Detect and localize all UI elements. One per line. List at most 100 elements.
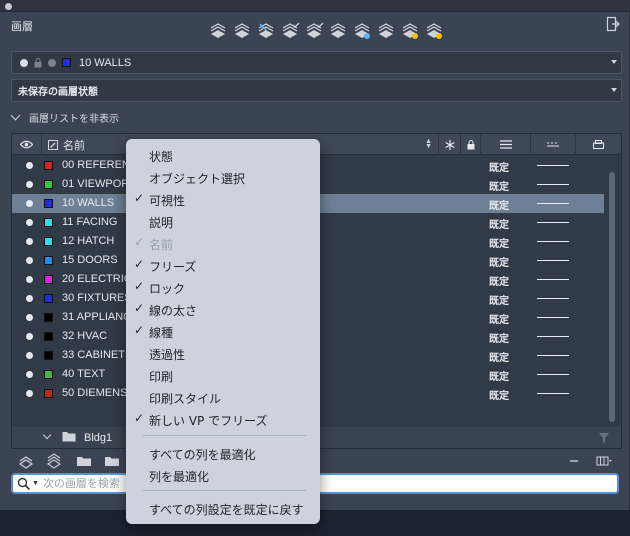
lineweight-line[interactable] xyxy=(537,165,569,166)
menu-item-optimize-column[interactable]: 列を最適化 xyxy=(126,465,320,485)
search-dropdown-icon[interactable]: ▼ xyxy=(32,480,39,487)
lineweight-line[interactable] xyxy=(537,203,569,204)
visibility-dot-icon[interactable] xyxy=(26,390,33,397)
lineweight-line[interactable] xyxy=(537,393,569,394)
lineweight-line[interactable] xyxy=(537,355,569,356)
layer-linetype[interactable]: 既定 xyxy=(489,178,509,193)
visibility-dot-icon[interactable] xyxy=(26,276,33,283)
menu-item[interactable]: 透過性 xyxy=(126,343,320,363)
header-plot[interactable] xyxy=(576,134,621,155)
new-group-filter-icon[interactable] xyxy=(45,452,63,470)
layer-color-swatch[interactable] xyxy=(44,218,53,227)
current-layer-dropdown[interactable]: 10 WALLS xyxy=(11,51,622,74)
layer-linetype[interactable]: 既定 xyxy=(489,216,509,231)
isolate-icon[interactable] xyxy=(353,22,373,42)
lineweight-line[interactable] xyxy=(537,374,569,375)
new-layer-icon[interactable] xyxy=(209,22,229,42)
layer-linetype[interactable]: 既定 xyxy=(489,292,509,307)
layer-linetype[interactable]: 既定 xyxy=(489,273,509,288)
menu-item[interactable]: ✓ 線種 xyxy=(126,321,320,341)
visibility-dot-icon[interactable] xyxy=(26,295,33,302)
menu-item[interactable]: 説明 xyxy=(126,211,320,231)
lineweight-line[interactable] xyxy=(537,260,569,261)
layer-filter-icon[interactable] xyxy=(305,22,325,42)
new-vp-freeze-layer-icon[interactable] xyxy=(233,22,253,42)
visibility-dot-icon[interactable] xyxy=(26,371,33,378)
menu-item[interactable]: オブジェクト選択 xyxy=(126,167,320,187)
menu-item[interactable]: ✓ 可視性 xyxy=(126,189,320,209)
layer-linetype[interactable]: 既定 xyxy=(489,311,509,326)
lineweight-line[interactable] xyxy=(537,317,569,318)
filter-icon[interactable] xyxy=(599,433,609,443)
visibility-dot-icon[interactable] xyxy=(26,238,33,245)
folder-open-icon[interactable] xyxy=(75,452,93,470)
menu-item[interactable]: ✓ フリーズ xyxy=(126,255,320,275)
menu-item[interactable]: 印刷スタイル xyxy=(126,387,320,407)
unisolate-icon[interactable] xyxy=(377,22,397,42)
layer-color-swatch[interactable] xyxy=(44,370,53,379)
layer-color-swatch[interactable] xyxy=(44,275,53,284)
set-current-icon[interactable] xyxy=(281,22,301,42)
layers-stack-icon[interactable] xyxy=(17,452,35,470)
layer-linetype[interactable]: 既定 xyxy=(489,159,509,174)
visibility-dot-icon[interactable] xyxy=(26,162,33,169)
menu-item[interactable]: ✓ ロック xyxy=(126,277,320,297)
visibility-dot-icon[interactable] xyxy=(26,257,33,264)
lineweight-line[interactable] xyxy=(537,184,569,185)
menu-item[interactable]: 印刷 xyxy=(126,365,320,385)
header-lock[interactable] xyxy=(461,134,481,155)
delete-layer-icon[interactable] xyxy=(257,22,277,42)
layer-color-swatch[interactable] xyxy=(44,161,53,170)
hide-layer-list-toggle[interactable]: 画層リストを非表示 xyxy=(10,110,119,125)
layer-color-swatch[interactable] xyxy=(44,313,53,322)
minus-icon[interactable] xyxy=(565,452,583,470)
layer-color-swatch[interactable] xyxy=(44,389,53,398)
header-visibility[interactable] xyxy=(12,134,42,155)
layer-color-swatch[interactable] xyxy=(44,199,53,208)
lock-icon[interactable] xyxy=(401,22,421,42)
visibility-dot-icon[interactable] xyxy=(26,333,33,340)
unlock-icon[interactable] xyxy=(425,22,445,42)
lineweight-line[interactable] xyxy=(537,298,569,299)
lineweight-line[interactable] xyxy=(537,222,569,223)
visibility-dot-icon[interactable] xyxy=(26,352,33,359)
layer-linetype[interactable]: 既定 xyxy=(489,368,509,383)
columns-icon[interactable] xyxy=(595,452,613,470)
header-freeze[interactable] xyxy=(439,134,461,155)
lineweight-line[interactable] xyxy=(537,336,569,337)
layer-color-swatch[interactable] xyxy=(44,294,53,303)
layer-linetype[interactable]: 既定 xyxy=(489,387,509,402)
layer-linetype[interactable]: 既定 xyxy=(489,235,509,250)
close-dot-icon[interactable] xyxy=(5,3,12,10)
vertical-scrollbar[interactable] xyxy=(609,172,615,422)
menu-item-reset-columns[interactable]: すべての列設定を既定に戻す xyxy=(126,498,320,518)
layer-color-swatch[interactable] xyxy=(44,332,53,341)
header-lineweight[interactable] xyxy=(531,134,576,155)
menu-item-optimize-all-columns[interactable]: すべての列を最適化 xyxy=(126,443,320,463)
lineweight-line[interactable] xyxy=(537,279,569,280)
visibility-dot-icon[interactable] xyxy=(26,181,33,188)
lineweight-line[interactable] xyxy=(537,241,569,242)
layer-linetype[interactable]: 既定 xyxy=(489,197,509,212)
new-folder-icon[interactable] xyxy=(103,452,121,470)
menu-item[interactable]: 状態 xyxy=(126,145,320,165)
visibility-dot-icon[interactable] xyxy=(26,314,33,321)
layer-linetype[interactable]: 既定 xyxy=(489,330,509,345)
menu-item[interactable]: ✓ 新しい VP でフリーズ xyxy=(126,409,320,429)
visibility-dot-icon[interactable] xyxy=(26,219,33,226)
layer-color-swatch[interactable] xyxy=(44,180,53,189)
layer-walk-icon[interactable] xyxy=(329,22,349,42)
layer-linetype[interactable]: 既定 xyxy=(489,254,509,269)
layer-linetype[interactable]: 既定 xyxy=(489,349,509,364)
palette-titlebar[interactable] xyxy=(0,0,630,12)
layer-state-dropdown[interactable]: 未保存の画層状態 xyxy=(11,79,622,102)
visibility-dot-icon[interactable] xyxy=(26,200,33,207)
menu-item[interactable]: ✓ 線の太さ xyxy=(126,299,320,319)
chevron-down-icon[interactable] xyxy=(42,430,52,440)
layer-color-swatch[interactable] xyxy=(44,256,53,265)
layer-color-swatch[interactable] xyxy=(44,237,53,246)
header-linetype[interactable] xyxy=(481,134,531,155)
snowflake-icon xyxy=(444,139,455,150)
layer-color-swatch[interactable] xyxy=(44,351,53,360)
dock-icon[interactable] xyxy=(606,16,620,32)
